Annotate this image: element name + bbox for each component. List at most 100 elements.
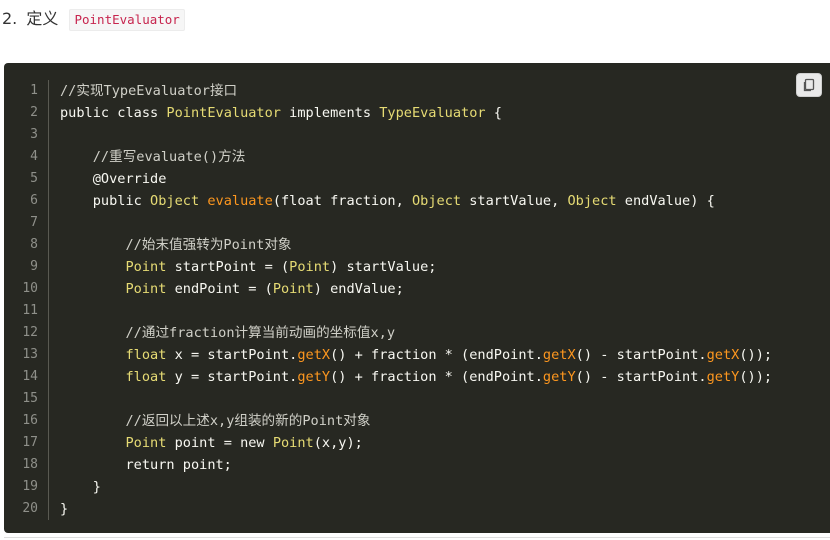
- line-number: 3: [30, 127, 38, 142]
- code-token-plain: () - startPoint.: [575, 347, 707, 363]
- line-number: 18: [22, 457, 38, 472]
- line-number: 11: [22, 303, 38, 318]
- code-line: Point point = new Point(x,y);: [60, 432, 830, 454]
- code-token-plain: ) endValue;: [313, 281, 404, 297]
- code-token-plain: y = startPoint.: [166, 369, 298, 385]
- copy-button[interactable]: [796, 73, 822, 97]
- line-number: 12: [22, 325, 38, 340]
- code-token-type: Object: [411, 193, 462, 209]
- code-token-plain: ) startValue;: [330, 259, 437, 275]
- code-token-plain: return point;: [60, 457, 232, 473]
- code-token-comment: //返回以上述x,y组装的新的Point对象: [125, 413, 371, 429]
- line-number: 19: [22, 479, 38, 494]
- code-token-plain: endValue) {: [616, 193, 715, 209]
- code-token-plain: (float fraction,: [272, 193, 412, 209]
- code-token-call: getX: [706, 347, 740, 363]
- code-token-plain: () + fraction * (endPoint.: [330, 369, 543, 385]
- code-line: ​: [60, 212, 830, 234]
- code-token-call: getY: [542, 369, 576, 385]
- code-line: return point;: [60, 454, 830, 476]
- code-token-comment: //始末值强转为Point对象: [125, 237, 292, 253]
- code-token-type: Point: [125, 435, 167, 451]
- code-line: @Override: [60, 168, 830, 190]
- line-number-gutter: 1 2 3 4 5 6 7 8 9 10 11 12 13 14 15 16 17 18 19 20: [4, 80, 49, 520]
- code-line: //返回以上述x,y组装的新的Point对象: [60, 410, 830, 432]
- bottom-divider: [4, 537, 830, 538]
- code-line: //实现TypeEvaluator接口: [60, 80, 830, 102]
- line-number: 1: [30, 83, 38, 98]
- code-token-plain: () - startPoint.: [575, 369, 707, 385]
- line-number: 16: [22, 413, 38, 428]
- code-token-type: Point: [272, 281, 314, 297]
- line-number: 20: [22, 501, 38, 516]
- code-token-comment: //通过fraction计算当前动画的坐标值x,y: [125, 325, 396, 341]
- line-number: 5: [30, 171, 38, 186]
- code-token-plain: ());: [739, 369, 773, 385]
- heading-number: 2.: [2, 9, 18, 28]
- line-number: 8: [30, 237, 38, 252]
- code-token-type: float: [125, 369, 167, 385]
- code-token-plain: () + fraction * (endPoint.: [330, 347, 543, 363]
- code-token-type: Point: [272, 435, 314, 451]
- code-token-plain: }: [60, 479, 101, 495]
- code-token-kw: public class: [60, 105, 167, 121]
- heading-text: 定义: [26, 9, 59, 28]
- code-line: //重写evaluate()方法: [60, 146, 830, 168]
- code-line: //始末值强转为Point对象: [60, 234, 830, 256]
- line-number: 17: [22, 435, 38, 450]
- code-token-type: Point: [125, 259, 167, 275]
- code-token-call: evaluate: [207, 193, 273, 209]
- line-number: 15: [22, 391, 38, 406]
- code-token-type: Object: [150, 193, 200, 209]
- line-number: 10: [22, 281, 38, 296]
- code-line: public Object evaluate(float fraction, O…: [60, 190, 830, 212]
- code-token-comment: //重写evaluate()方法: [92, 149, 246, 165]
- code-token-plain: startValue,: [461, 193, 568, 209]
- code-line: ​: [60, 388, 830, 410]
- code-token-call: getX: [542, 347, 576, 363]
- code-token-plain: point = new: [166, 435, 273, 451]
- code-line: ​: [60, 124, 830, 146]
- code-block: 1 2 3 4 5 6 7 8 9 10 11 12 13 14 15 16 17 18 19 20 //实现Type…: [4, 63, 830, 533]
- line-number: 14: [22, 369, 38, 384]
- code-token-type: Point: [289, 259, 331, 275]
- code-token-plain: startPoint = (: [166, 259, 290, 275]
- code-token-type: TypeEvaluator: [379, 105, 486, 121]
- code-token-call: getY: [297, 369, 331, 385]
- section-heading: 2. 定义 PointEvaluator: [2, 8, 185, 31]
- code-line: Point startPoint = (Point) startValue;: [60, 256, 830, 278]
- code-lines: //实现TypeEvaluator接口 public class PointEva…: [60, 80, 830, 520]
- code-line: ​: [60, 300, 830, 322]
- code-token-type: Point: [125, 281, 167, 297]
- code-token-plain: {: [485, 105, 502, 121]
- code-token-plain: (x,y);: [313, 435, 363, 451]
- heading-inline-code: PointEvaluator: [69, 9, 185, 31]
- code-token-kw: implements: [280, 105, 380, 121]
- line-number: 2: [30, 105, 38, 120]
- line-number: 6: [30, 193, 38, 208]
- copy-icon: [803, 78, 815, 92]
- code-token-plain: }: [60, 501, 69, 517]
- code-line: public class PointEvaluator implements T…: [60, 102, 830, 124]
- line-number: 7: [30, 215, 38, 230]
- code-token-kw: public: [60, 193, 151, 209]
- code-token-plain: endPoint = (: [166, 281, 273, 297]
- code-token-call: getY: [706, 369, 740, 385]
- code-token-plain: ());: [739, 347, 773, 363]
- code-token-type: PointEvaluator: [166, 105, 281, 121]
- code-token-plain: x = startPoint.: [166, 347, 298, 363]
- code-token-comment: //实现TypeEvaluator接口: [60, 83, 238, 99]
- code-line: }: [60, 498, 830, 520]
- line-number: 4: [30, 149, 38, 164]
- code-token-type: Object: [567, 193, 617, 209]
- code-line: float x = startPoint.getX() + fraction *…: [60, 344, 830, 366]
- code-token-type: float: [125, 347, 167, 363]
